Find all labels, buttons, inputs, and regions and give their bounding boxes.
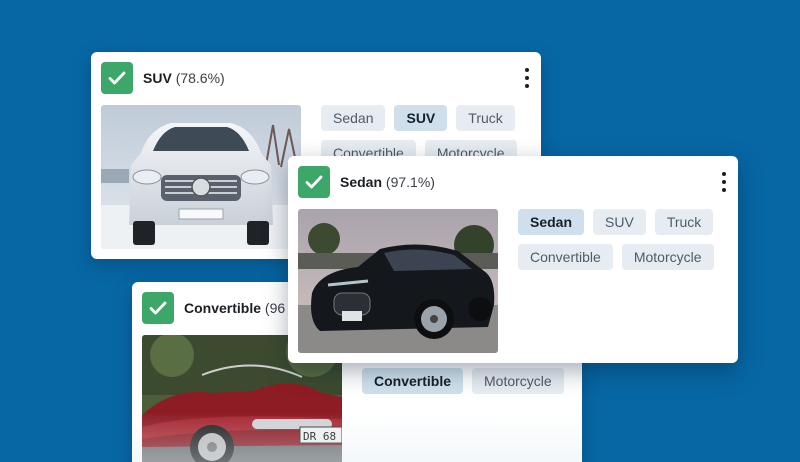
tag-list: Sedan SUV Truck Convertible Motorcycle: [518, 209, 733, 270]
tag-motorcycle[interactable]: Motorcycle: [472, 368, 564, 394]
tag-suv[interactable]: SUV: [593, 209, 646, 235]
car-image: [298, 209, 498, 353]
license-plate-text: DR 68: [303, 430, 336, 443]
tag-truck[interactable]: Truck: [654, 209, 714, 235]
card-header: Sedan (97.1%): [298, 166, 728, 198]
card-header: SUV (78.6%): [101, 62, 531, 94]
checkmark-icon[interactable]: [142, 292, 174, 324]
confidence-label: (78.6%): [175, 70, 225, 86]
tag-convertible[interactable]: Convertible: [362, 368, 464, 394]
card-title: SUV (78.6%): [143, 70, 225, 86]
tag-sedan[interactable]: Sedan: [321, 105, 386, 131]
checkmark-icon[interactable]: [298, 166, 330, 198]
card-title: Sedan (97.1%): [340, 174, 435, 190]
confidence-label: (97.1%): [385, 174, 435, 190]
confidence-label: (96: [264, 300, 286, 316]
tag-list: Convertible Motorcycle: [362, 368, 577, 394]
tag-suv[interactable]: SUV: [394, 105, 448, 131]
class-label: Sedan: [340, 174, 383, 190]
kebab-menu-icon[interactable]: [720, 172, 728, 192]
tag-truck[interactable]: Truck: [456, 105, 515, 131]
class-label: SUV: [143, 70, 172, 86]
tag-convertible[interactable]: Convertible: [518, 244, 613, 270]
checkmark-icon[interactable]: [101, 62, 133, 94]
card-title: Convertible (96: [184, 300, 285, 316]
car-image: [101, 105, 301, 249]
class-label: Convertible: [184, 300, 262, 316]
kebab-menu-icon[interactable]: [523, 68, 531, 88]
tag-motorcycle[interactable]: Motorcycle: [621, 244, 714, 270]
classification-card-sedan: Sedan (97.1%) Sedan SUV Truck Convertibl…: [288, 156, 738, 363]
tag-sedan[interactable]: Sedan: [518, 209, 585, 235]
